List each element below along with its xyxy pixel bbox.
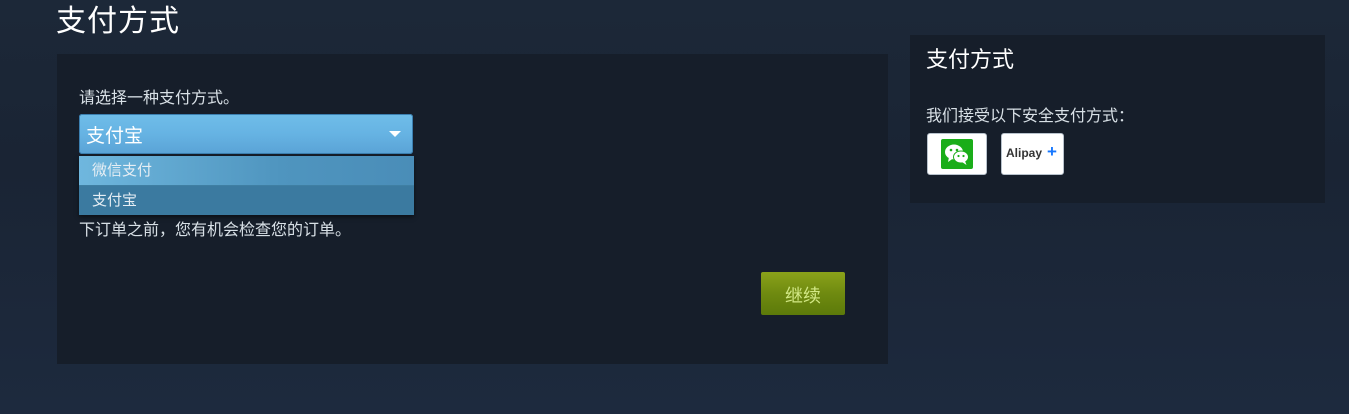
continue-button-label: 继续 (785, 286, 821, 307)
chevron-down-icon (389, 131, 401, 137)
alipay-logo-text: Alipay (1006, 146, 1043, 160)
plus-icon: + (1047, 142, 1057, 161)
sidebar-title: 支付方式 (926, 48, 1015, 73)
dropdown-option-wechat-pay[interactable]: 微信支付 (79, 156, 414, 185)
wechat-pay-logo (927, 133, 987, 175)
payment-method-panel: 请选择一种支付方式。 支付宝 微信支付 支付宝 下订单之前，您有机会检查您的订单… (57, 54, 888, 364)
continue-button[interactable]: 继续 (761, 272, 845, 315)
payment-method-select[interactable]: 支付宝 (79, 114, 413, 154)
alipay-plus-logo: Alipay + (1001, 133, 1064, 175)
payment-method-dropdown: 微信支付 支付宝 (79, 156, 414, 215)
payment-prompt: 请选择一种支付方式。 (79, 88, 240, 107)
dropdown-option-label: 微信支付 (92, 161, 153, 179)
sidebar-description: 我们接受以下安全支付方式： (926, 106, 1135, 125)
dropdown-option-alipay[interactable]: 支付宝 (79, 186, 414, 215)
order-review-note: 下订单之前，您有机会检查您的订单。 (79, 220, 352, 239)
page-title: 支付方式 (56, 4, 180, 39)
payment-method-selected-value: 支付宝 (86, 125, 144, 147)
dropdown-option-label: 支付宝 (92, 191, 138, 209)
wechat-pay-icon (941, 139, 973, 169)
accepted-payment-methods-panel: 支付方式 我们接受以下安全支付方式： Alipay + (910, 35, 1325, 203)
